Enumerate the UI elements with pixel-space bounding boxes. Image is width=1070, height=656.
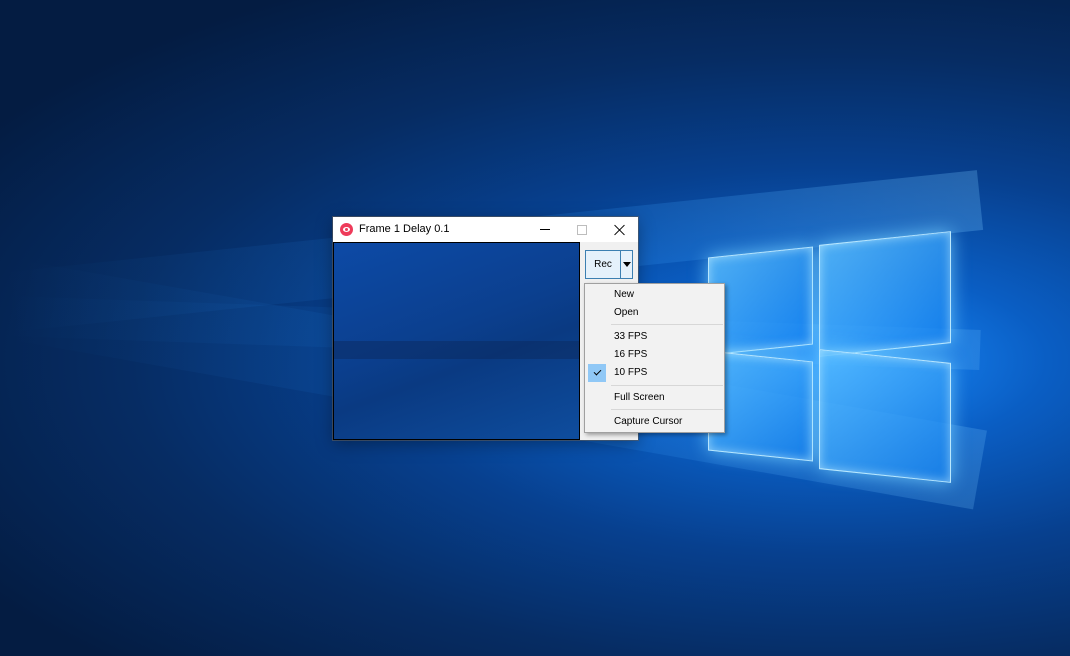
rec-dropdown-button[interactable] [621, 250, 633, 279]
menu-separator [611, 324, 723, 325]
menu-separator [611, 385, 723, 386]
menu-item-label: 16 FPS [614, 349, 648, 360]
menu-separator [611, 409, 723, 410]
window-title: Frame 1 Delay 0.1 [359, 223, 450, 235]
rec-options-menu: New Open 33 FPS 16 FPS 10 FPS Full Scree… [584, 283, 725, 433]
menu-item-capture-cursor[interactable]: Capture Cursor [587, 413, 722, 431]
menu-item-33-fps[interactable]: 33 FPS [587, 328, 722, 346]
rec-button[interactable]: Rec [585, 250, 621, 279]
menu-item-label: 33 FPS [614, 331, 648, 342]
menu-item-open[interactable]: Open [587, 304, 722, 322]
menu-item-label: Full Screen [614, 392, 665, 403]
menu-item-16-fps[interactable]: 16 FPS [587, 346, 722, 364]
rec-split-button: Rec [585, 250, 633, 281]
close-button[interactable] [601, 217, 638, 242]
maximize-icon [576, 224, 587, 235]
menu-item-new[interactable]: New [587, 286, 722, 304]
menu-item-10-fps[interactable]: 10 FPS [587, 364, 722, 382]
chevron-down-icon [622, 262, 631, 267]
record-icon [340, 223, 353, 236]
capture-preview [334, 341, 579, 359]
windows-logo-pane-2 [819, 231, 951, 357]
capture-area[interactable] [333, 242, 580, 440]
check-highlight [588, 364, 606, 382]
menu-item-label: 10 FPS [614, 367, 648, 378]
minimize-button[interactable] [526, 217, 563, 242]
menu-item-full-screen[interactable]: Full Screen [587, 389, 722, 407]
close-icon [614, 224, 626, 236]
maximize-button[interactable] [563, 217, 600, 242]
menu-item-label: Open [614, 307, 639, 318]
menu-item-label: Capture Cursor [614, 416, 683, 427]
checkmark-icon [593, 367, 601, 376]
menu-item-label: New [614, 289, 635, 300]
windows-logo-pane-4 [819, 349, 951, 483]
title-bar[interactable]: Frame 1 Delay 0.1 [333, 217, 638, 242]
minimize-icon [539, 229, 550, 230]
